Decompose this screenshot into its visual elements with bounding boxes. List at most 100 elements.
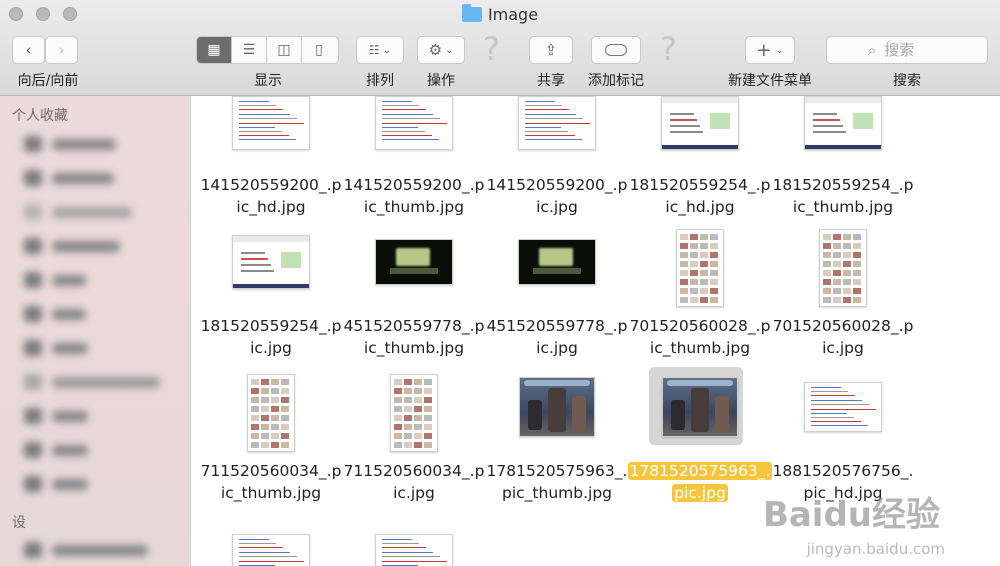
thumbnail-menu-cell	[700, 252, 708, 258]
file-name-line-1: 1781520575963_.	[624, 460, 776, 482]
thumbnail-text-line	[525, 101, 555, 102]
arrange-button[interactable]: ☷ ⌄	[356, 36, 404, 64]
sidebar-item-blurred[interactable]	[24, 338, 88, 358]
list-view-button[interactable]: ☰	[232, 37, 267, 63]
file-item[interactable]: 181520559254_.p ic_hd.jpg	[628, 96, 772, 226]
thumbnail-text-line	[382, 123, 447, 124]
file-name: 711520560034_.p ic.jpg	[338, 460, 490, 504]
blurred-item-icon	[24, 306, 42, 322]
sidebar-item-blurred[interactable]	[24, 270, 86, 290]
sidebar-item-blurred[interactable]	[24, 440, 88, 460]
window-title: Image	[0, 4, 1000, 24]
file-name-line-1: 1881520576756_.	[772, 462, 914, 480]
file-item[interactable]: 141520559200_.p ic_hd.jpg	[199, 96, 343, 226]
file-item[interactable]: 181520559254_.p ic.jpg	[199, 229, 343, 359]
file-thumbnail[interactable]	[518, 96, 596, 150]
file-thumbnail[interactable]	[662, 377, 738, 437]
file-thumbnail[interactable]	[390, 374, 438, 452]
thumbnail-text-line	[239, 543, 276, 544]
file-item[interactable]: 181520559254_.p ic_thumb.jpg	[771, 96, 915, 226]
file-thumbnail[interactable]	[519, 377, 595, 437]
file-item[interactable]: 711520560034_.p ic_thumb.jpg	[199, 374, 343, 504]
sidebar-item-blurred[interactable]	[24, 304, 86, 324]
file-name-line-1: 451520559778_.p	[486, 317, 628, 335]
file-thumbnail[interactable]	[232, 534, 310, 566]
thumbnail-menu-cell	[680, 252, 688, 258]
thumbnail-wrapper	[342, 96, 486, 150]
sidebar-item-blurred[interactable]	[24, 372, 160, 392]
file-item[interactable]: 1881520576756_. pic_hd.jpg	[771, 374, 915, 504]
thumbnail-wrapper	[485, 377, 629, 437]
file-item[interactable]: 17815205759​63_. pic_thumb.jpg	[485, 374, 629, 504]
thumbnail-wrapper	[199, 235, 343, 289]
file-item[interactable]: 1781520575963_. pic.jpg	[627, 367, 773, 504]
thumbnail-menu-cell	[690, 279, 698, 285]
file-thumbnail[interactable]	[232, 96, 310, 150]
file-item[interactable]	[199, 534, 343, 566]
sidebar-item-blurred[interactable]	[24, 134, 116, 154]
thumbnail-menu-cell	[843, 243, 851, 249]
sidebar-item-blurred[interactable]	[24, 540, 148, 560]
file-item[interactable]: 701520560028_.p ic.jpg	[771, 229, 915, 359]
file-thumbnail[interactable]	[375, 239, 453, 285]
column-view-button[interactable]: ◫	[267, 37, 302, 63]
thumbnail-menu-cell	[833, 279, 841, 285]
file-thumbnail[interactable]	[375, 96, 453, 150]
search-input[interactable]	[882, 40, 947, 60]
thumbnail-menu-cell	[843, 288, 851, 294]
back-button[interactable]: ‹	[12, 36, 45, 64]
thumbnail-menu-cell	[700, 279, 708, 285]
file-name: 181520559254_.p ic.jpg	[195, 315, 347, 359]
file-thumbnail[interactable]	[661, 96, 739, 150]
blurred-item-icon	[24, 272, 42, 288]
file-item[interactable]	[342, 534, 486, 566]
file-item[interactable]: 141520559200_.p ic.jpg	[485, 96, 629, 226]
blurred-item-label	[52, 308, 86, 320]
thumbnail-text-line	[382, 547, 426, 548]
file-item[interactable]: 451520559778_.p ic_thumb.jpg	[342, 229, 486, 359]
thumbnail-menu-cell	[853, 279, 861, 285]
new-menu-button[interactable]: + ⌄	[745, 36, 795, 64]
thumbnail-text-line	[382, 101, 412, 102]
view-mode-control[interactable]: ▦ ☰ ◫ ▯	[196, 36, 339, 64]
thumbnail-menu-cell	[823, 297, 831, 303]
sidebar-item-blurred[interactable]	[24, 168, 114, 188]
sidebar-item-blurred[interactable]	[24, 202, 132, 222]
gallery-view-button[interactable]: ▯	[302, 37, 336, 63]
forward-button[interactable]: ›	[45, 36, 78, 64]
file-thumbnail[interactable]	[804, 96, 882, 150]
thumbnail-menu-cell	[690, 270, 698, 276]
thumbnail-menu-cell	[414, 388, 422, 394]
file-thumbnail[interactable]	[518, 239, 596, 285]
action-button[interactable]: ⚙ ⌄	[417, 36, 465, 64]
sidebar-item-blurred[interactable]	[24, 236, 120, 256]
file-item[interactable]: 451520559778_.p ic.jpg	[485, 229, 629, 359]
thumbnail-menu-cell	[281, 406, 289, 412]
file-thumbnail[interactable]	[819, 229, 867, 307]
icon-view-button[interactable]: ▦	[197, 37, 232, 63]
file-thumbnail[interactable]	[247, 374, 295, 452]
file-item[interactable]: 141520559200_.p ic_thumb.jpg	[342, 96, 486, 226]
file-thumbnail[interactable]	[375, 534, 453, 566]
sidebar-item-blurred[interactable]	[24, 474, 88, 494]
thumbnail-green-panel	[281, 252, 301, 268]
blurred-item-label	[52, 444, 88, 456]
thumbnail-menu-cell	[843, 270, 851, 276]
sidebar-item-blurred[interactable]	[24, 406, 88, 426]
file-item[interactable]: 701520560028_.p ic_thumb.jpg	[628, 229, 772, 359]
thumbnail-menu-cell	[394, 433, 402, 439]
share-button[interactable]: ⇪	[529, 36, 573, 64]
file-thumbnail[interactable]	[676, 229, 724, 307]
file-thumbnail[interactable]	[804, 382, 882, 432]
thumbnail-menu-cell	[281, 388, 289, 394]
file-item[interactable]: 711520560034_.p ic.jpg	[342, 374, 486, 504]
file-name-line-2: ic.jpg	[536, 198, 578, 216]
thumbnail-menu-cell	[823, 288, 831, 294]
search-field[interactable]: ⌕	[826, 36, 988, 64]
file-thumbnail[interactable]	[232, 235, 310, 289]
file-name-line-2: ic_thumb.jpg	[220, 484, 322, 502]
add-tag-label: 添加标记	[588, 73, 644, 89]
thumbnail-wrapper	[628, 377, 772, 437]
add-tag-button[interactable]	[591, 36, 641, 64]
thumbnail-menu-cell	[833, 270, 841, 276]
